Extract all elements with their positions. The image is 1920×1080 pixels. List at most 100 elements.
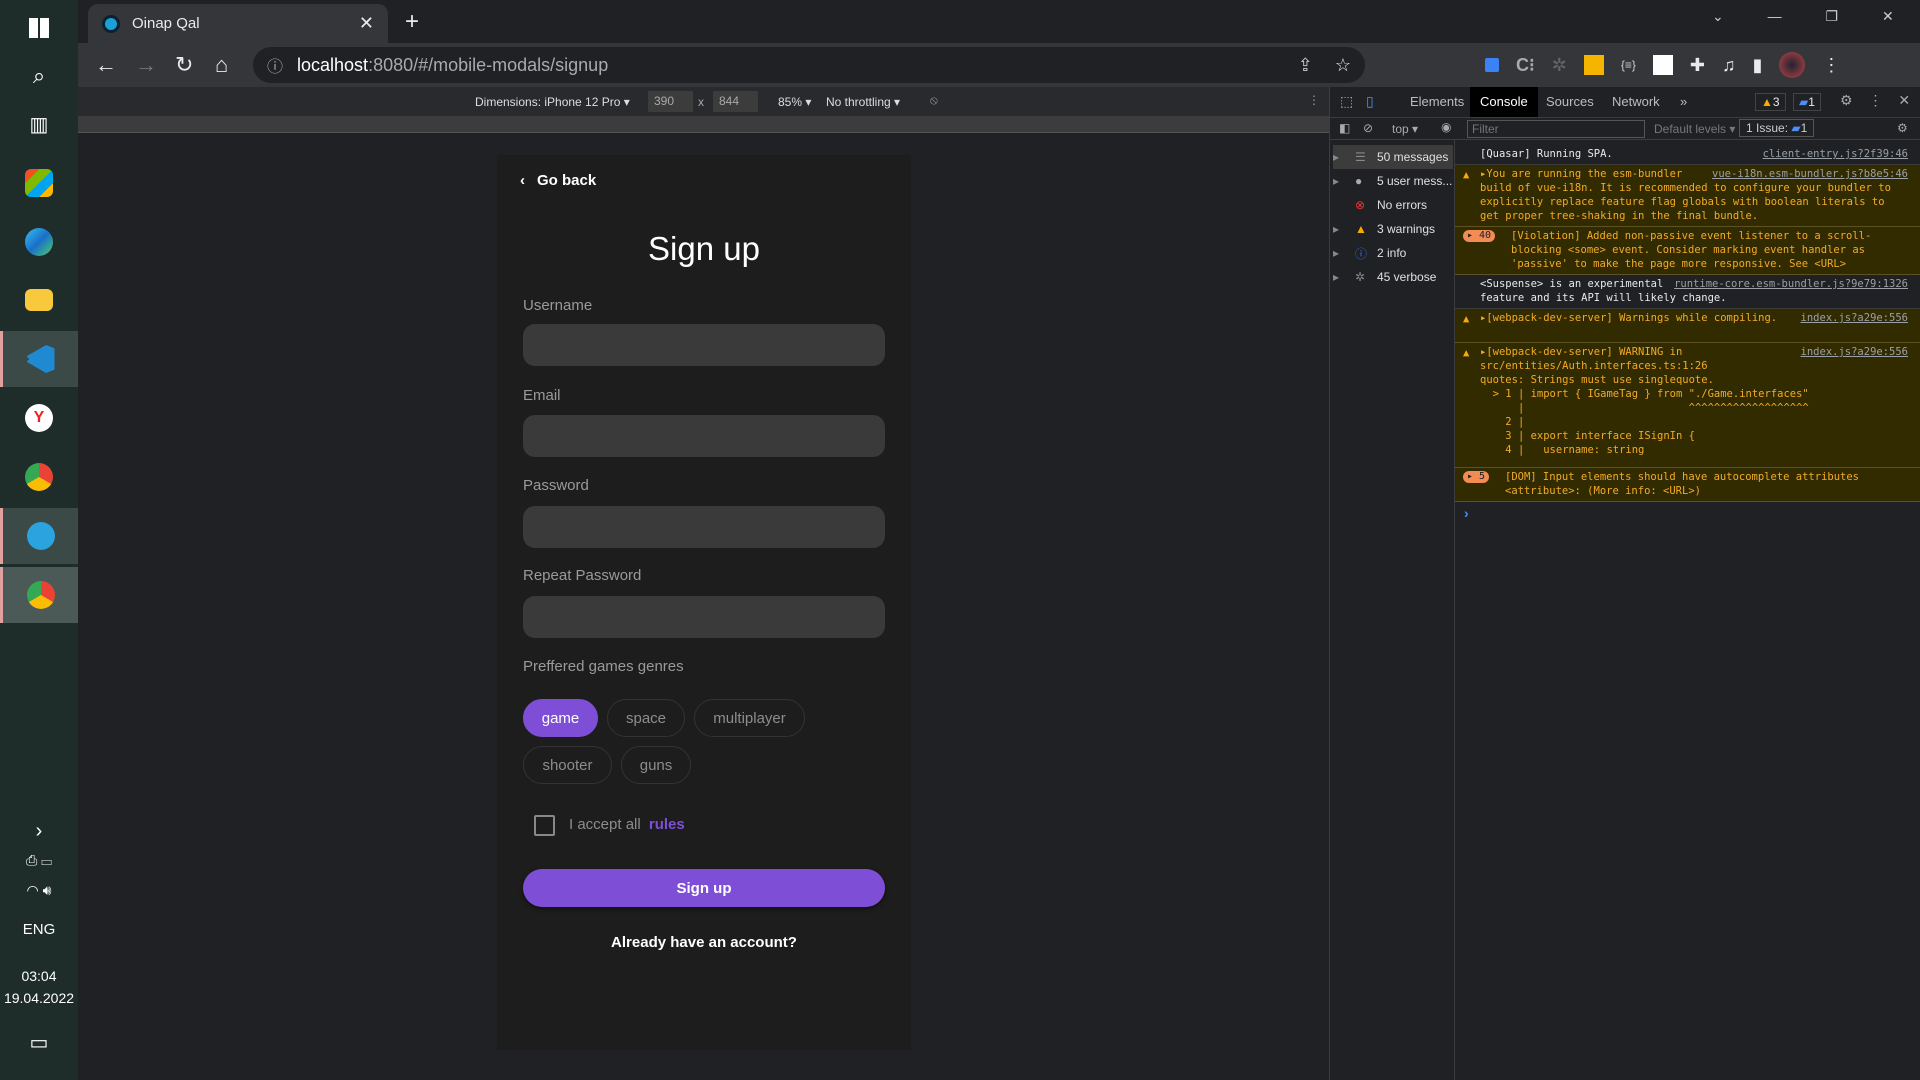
tab-console[interactable]: Console <box>1470 87 1538 117</box>
share-icon[interactable]: ⇪ <box>1298 55 1313 76</box>
genre-chip-multiplayer[interactable]: multiplayer <box>694 699 805 737</box>
repeat-count-badge[interactable]: ▸ 5 <box>1463 471 1490 483</box>
console-message: runtime-core.esm-bundler.js?9e79:1326 <Su… <box>1455 275 1920 309</box>
username-input[interactable] <box>523 324 885 366</box>
sidebar-errors[interactable]: ⊗ No errors <box>1333 193 1453 217</box>
site-favicon <box>102 14 120 33</box>
chrome-icon[interactable] <box>0 449 78 505</box>
message-source-link[interactable]: runtime-core.esm-bundler.js?9e79:1326 <box>1674 277 1908 291</box>
repeat-count-badge[interactable]: ▸ 40 <box>1463 230 1496 242</box>
zoom-select[interactable]: 85% ▾ <box>778 95 811 109</box>
media-query-bar[interactable] <box>78 117 1329 133</box>
message-source-link[interactable]: index.js?a29e:556 <box>1801 311 1908 325</box>
device-select[interactable]: Dimensions: iPhone 12 Pro ▾ <box>475 95 630 109</box>
notes-extension-icon[interactable] <box>1583 55 1604 75</box>
messages-counter[interactable]: ▰1 <box>1793 93 1821 111</box>
message-source-link[interactable]: index.js?a29e:556 <box>1801 345 1908 359</box>
more-options-icon[interactable]: ⋮ <box>1308 93 1320 107</box>
throttling-select[interactable]: No throttling ▾ <box>826 95 900 109</box>
chrome-profile-icon[interactable] <box>0 567 78 623</box>
sidebar-user-messages[interactable]: ▸ ● 5 user mess... <box>1333 169 1453 193</box>
message-text[interactable]: ▸[webpack-dev-server] Warnings while com… <box>1480 312 1777 324</box>
console-filter-input[interactable] <box>1467 120 1645 138</box>
tray-camera-battery-icons[interactable]: ⎙ ▭ <box>0 852 78 869</box>
email-input[interactable] <box>523 415 885 457</box>
rotate-icon[interactable]: ⦸ <box>930 93 938 108</box>
window-controls[interactable]: ⌄ — ❐ ✕ <box>1712 8 1894 25</box>
yandex-browser-icon[interactable]: Y <box>0 390 78 446</box>
show-hidden-icons-chevron-icon[interactable]: › <box>0 820 78 843</box>
clear-console-icon[interactable]: ⊘ <box>1363 121 1373 135</box>
home-icon[interactable]: ⌂ <box>215 52 228 78</box>
forward-icon[interactable]: → <box>135 52 157 78</box>
message-source-link[interactable]: vue-i18n.esm-bundler.js?b8e5:46 <box>1712 167 1908 181</box>
password-input[interactable] <box>523 506 885 548</box>
close-tab-icon[interactable]: ✕ <box>359 13 374 34</box>
chrome-menu-icon[interactable]: ⋮ <box>1822 55 1840 76</box>
reload-icon[interactable]: ↻ <box>175 52 193 78</box>
already-have-account-link[interactable]: Already have an account? <box>497 934 911 951</box>
json-extension-icon[interactable]: {≡} <box>1621 58 1636 72</box>
bookmark-star-icon[interactable]: ☆ <box>1335 55 1351 76</box>
bug-extension-icon[interactable]: ✲ <box>1552 55 1567 76</box>
sidebar-toggle-icon[interactable]: ◧ <box>1339 121 1350 135</box>
address-bar[interactable]: ⓘ localhost:8080/#/mobile-modals/signup … <box>253 47 1365 83</box>
issues-button[interactable]: 1 Issue: ▰1 <box>1739 119 1815 137</box>
genre-chip-guns[interactable]: guns <box>621 746 691 784</box>
sidebar-info[interactable]: ▸ ⓘ 2 info <box>1333 241 1453 265</box>
device-toggle-icon[interactable]: ▯ <box>1366 93 1374 110</box>
genre-chip-shooter[interactable]: shooter <box>523 746 612 784</box>
message-source-link[interactable]: client-entry.js?2f39:46 <box>1763 147 1908 161</box>
sidebar-all-messages[interactable]: ▸ ☰ 50 messages <box>1333 145 1453 169</box>
log-levels-select[interactable]: Default levels ▾ <box>1654 122 1735 136</box>
rules-link[interactable]: rules <box>649 816 685 833</box>
sidebar-verbose[interactable]: ▸ ✲ 45 verbose <box>1333 265 1453 289</box>
tab-sources[interactable]: Sources <box>1538 87 1602 117</box>
height-input[interactable]: 844 <box>713 91 758 112</box>
signup-button[interactable]: Sign up <box>523 869 885 907</box>
live-expression-eye-icon[interactable]: ◉ <box>1441 120 1451 134</box>
site-info-icon[interactable]: ⓘ <box>267 53 283 77</box>
c-extension-icon[interactable]: C⁝ <box>1516 55 1535 76</box>
file-explorer-icon[interactable] <box>0 272 78 328</box>
console-prompt[interactable]: › <box>1464 505 1469 521</box>
extensions-puzzle-icon[interactable]: ✚ <box>1690 55 1705 76</box>
side-panel-icon[interactable]: ▮ <box>1752 55 1762 76</box>
new-tab-icon[interactable]: + <box>405 8 419 36</box>
chart-extension-icon[interactable] <box>1652 55 1673 75</box>
context-select[interactable]: top ▾ <box>1392 122 1418 136</box>
notifications-icon[interactable]: ▭ <box>0 1030 78 1055</box>
sidebar-label: 50 messages <box>1377 150 1449 164</box>
tray-wifi-volume-icons[interactable]: ◠ 🔊︎ <box>0 882 78 899</box>
media-control-icon[interactable]: ♫ <box>1722 55 1736 76</box>
edge-icon[interactable] <box>0 214 78 270</box>
browser-tab[interactable]: Oinap Qal ✕ <box>88 4 388 43</box>
more-tabs-icon[interactable]: » <box>1672 87 1695 117</box>
repeat-password-input[interactable] <box>523 596 885 638</box>
color-picker-extension-icon[interactable] <box>1485 58 1499 72</box>
language-indicator[interactable]: ENG <box>0 921 78 938</box>
password-label: Password <box>523 477 589 494</box>
clock-time[interactable]: 03:04 <box>0 968 78 984</box>
genre-chip-space[interactable]: space <box>607 699 685 737</box>
vscode-icon[interactable] <box>0 331 78 387</box>
sidebar-warnings[interactable]: ▸ ▲ 3 warnings <box>1333 217 1453 241</box>
warnings-counter[interactable]: ▲3 <box>1755 93 1786 111</box>
telegram-icon[interactable] <box>0 508 78 564</box>
inspect-element-icon[interactable]: ⬚ <box>1340 93 1353 110</box>
tab-elements[interactable]: Elements <box>1402 87 1472 117</box>
go-back-button[interactable]: ‹ Go back <box>520 172 596 189</box>
devtools-settings-menu-close[interactable]: ⚙ ⋮ ✕ <box>1840 92 1910 109</box>
task-view-icon[interactable]: ▥ <box>0 96 78 152</box>
clock-date[interactable]: 19.04.2022 <box>0 990 78 1006</box>
back-icon[interactable]: ← <box>95 52 117 78</box>
width-input[interactable]: 390 <box>648 91 693 112</box>
message-text[interactable]: ▸[webpack-dev-server] WARNING in src/ent… <box>1480 346 1809 456</box>
accept-rules-checkbox[interactable] <box>534 815 555 836</box>
tab-network[interactable]: Network <box>1604 87 1668 117</box>
profile-avatar[interactable] <box>1779 52 1806 78</box>
genre-chip-game[interactable]: game <box>523 699 598 737</box>
username-label: Username <box>523 297 593 314</box>
store-icon[interactable] <box>0 155 78 211</box>
console-settings-icon[interactable]: ⚙ <box>1897 121 1908 135</box>
